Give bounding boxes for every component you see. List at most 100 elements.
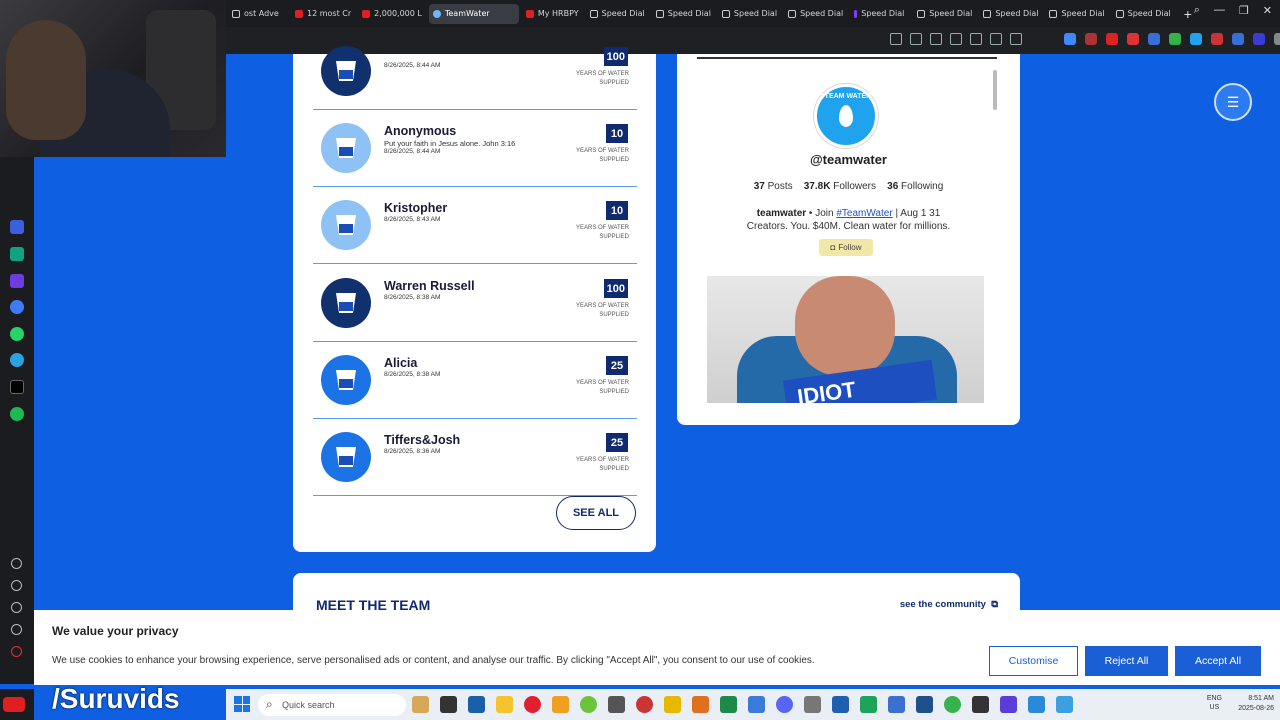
browser-tab[interactable]: Speed Dial bbox=[979, 4, 1042, 24]
download-icon[interactable] bbox=[990, 33, 1002, 45]
community-link[interactable]: see the community ⧉ bbox=[900, 599, 998, 610]
browser-tab[interactable]: ost Adve bbox=[228, 4, 288, 24]
browser-tab[interactable]: Speed Dial bbox=[913, 4, 976, 24]
windows-start-icon[interactable] bbox=[234, 696, 250, 712]
browser-tab[interactable]: Speed Dial bbox=[1045, 4, 1108, 24]
taskbar-app-icon[interactable] bbox=[468, 696, 485, 713]
extension-icon[interactable] bbox=[1211, 33, 1223, 45]
tab-label: 12 most Cr bbox=[307, 9, 352, 18]
extension-icon[interactable] bbox=[1148, 33, 1160, 45]
search-tabs-icon[interactable]: ⌕ bbox=[1194, 4, 1200, 17]
discord-icon[interactable] bbox=[776, 696, 793, 713]
reader-icon[interactable] bbox=[890, 33, 902, 45]
taskbar-app-icon[interactable] bbox=[608, 696, 625, 713]
extension-icon[interactable] bbox=[1253, 33, 1265, 45]
vlc-icon[interactable] bbox=[692, 696, 709, 713]
browser-tab[interactable]: Speed Dial bbox=[784, 4, 847, 24]
embed-scrollbar[interactable] bbox=[993, 70, 997, 110]
menu-icon[interactable] bbox=[1010, 33, 1022, 45]
rss-icon[interactable] bbox=[1127, 33, 1139, 45]
taskbar-app-icon[interactable] bbox=[972, 696, 989, 713]
browser-tab[interactable]: TeamWater bbox=[428, 3, 519, 24]
system-clock[interactable]: 8:51 AM 2025-08-26 bbox=[1238, 694, 1274, 714]
taskbar-app-icon[interactable] bbox=[1000, 696, 1017, 713]
x-icon[interactable] bbox=[10, 380, 24, 394]
browser-tab[interactable]: Speed Dial bbox=[586, 4, 649, 24]
taskbar-app-icon[interactable] bbox=[664, 696, 681, 713]
taskbar-search-box[interactable]: Quick search bbox=[258, 694, 406, 716]
browser-tab[interactable]: Speed Dial bbox=[1112, 4, 1175, 24]
spotify-icon[interactable] bbox=[10, 407, 24, 421]
taskbar-app-icon[interactable] bbox=[748, 696, 765, 713]
heart-icon[interactable] bbox=[970, 33, 982, 45]
extension-icon[interactable] bbox=[1085, 33, 1097, 45]
play-icon[interactable] bbox=[950, 33, 962, 45]
extension-icon[interactable] bbox=[1064, 33, 1076, 45]
file-icon[interactable] bbox=[440, 696, 457, 713]
taskbar-app-icon[interactable] bbox=[804, 696, 821, 713]
bookmarks-icon[interactable] bbox=[11, 580, 22, 591]
donation-date: 8/26/2025, 8:38 AM bbox=[384, 294, 441, 301]
hamburger-menu-button[interactable]: ☰ bbox=[1214, 83, 1252, 121]
water-cup-avatar-icon bbox=[321, 355, 371, 405]
profile-avatar[interactable]: #TEAM WATER bbox=[814, 84, 878, 148]
reject-all-button[interactable]: Reject All bbox=[1085, 646, 1168, 676]
taskbar-app-icon[interactable] bbox=[1028, 696, 1045, 713]
record-icon[interactable] bbox=[11, 646, 22, 657]
telegram-icon[interactable] bbox=[10, 353, 24, 367]
customise-button[interactable]: Customise bbox=[989, 646, 1078, 676]
taskbar-app-icon[interactable] bbox=[636, 696, 653, 713]
browser-tab[interactable]: 2,000,000 L bbox=[358, 4, 426, 24]
instagram-post-image[interactable]: IDIOT bbox=[707, 276, 984, 403]
restore-icon[interactable]: ❐ bbox=[1239, 4, 1249, 17]
taskbar-app-icon[interactable] bbox=[832, 696, 849, 713]
browser-tab[interactable]: My HRBPY bbox=[522, 4, 583, 24]
share-icon[interactable] bbox=[910, 33, 922, 45]
app-icon[interactable] bbox=[10, 274, 24, 288]
taskbar-app-icon[interactable] bbox=[412, 696, 429, 713]
see-all-button[interactable]: SEE ALL bbox=[556, 496, 636, 530]
taskbar-app-icon[interactable] bbox=[1056, 696, 1073, 713]
water-cup-avatar-icon bbox=[321, 432, 371, 482]
taskbar-app-icon[interactable] bbox=[916, 696, 933, 713]
donation-amount-badge: 100 bbox=[603, 279, 628, 298]
taskbar-app-icon[interactable] bbox=[944, 696, 961, 713]
extension-icon[interactable] bbox=[1169, 33, 1181, 45]
translate-icon[interactable] bbox=[10, 220, 24, 234]
browser-tab[interactable]: Speed Dial bbox=[850, 4, 910, 24]
taskbar-app-icon[interactable] bbox=[860, 696, 877, 713]
profile-handle[interactable]: @teamwater bbox=[677, 152, 1020, 167]
extensions-puzzle-icon[interactable] bbox=[1274, 33, 1280, 45]
history-icon[interactable] bbox=[11, 602, 22, 613]
accept-all-button[interactable]: Accept All bbox=[1175, 646, 1261, 676]
donation-row: Warren Russell 8/26/2025, 8:38 AM 100 YEARS… bbox=[313, 264, 637, 342]
messenger-icon[interactable] bbox=[10, 300, 24, 314]
bio-hashtag-link[interactable]: #TeamWater bbox=[836, 208, 892, 219]
extension-icon[interactable] bbox=[1106, 33, 1118, 45]
browser-tab[interactable]: Speed Dial bbox=[718, 4, 781, 24]
taskbar-app-icon[interactable] bbox=[888, 696, 905, 713]
browser-tab[interactable]: 12 most Cr bbox=[291, 4, 355, 24]
whatsapp-icon[interactable] bbox=[10, 327, 24, 341]
chatgpt-icon[interactable] bbox=[10, 247, 24, 261]
new-tab-button[interactable]: + bbox=[1184, 6, 1192, 22]
panels-icon[interactable] bbox=[11, 558, 22, 569]
follow-button[interactable]: ◘ Follow bbox=[819, 239, 873, 256]
folder-icon[interactable] bbox=[496, 696, 513, 713]
taskbar-app-icon[interactable] bbox=[552, 696, 569, 713]
excel-icon[interactable] bbox=[720, 696, 737, 713]
opera-icon[interactable] bbox=[524, 696, 541, 713]
followers-count: 37.8K bbox=[803, 181, 831, 192]
extension-icon[interactable] bbox=[1232, 33, 1244, 45]
taskbar-app-icon[interactable] bbox=[580, 696, 597, 713]
minimize-icon[interactable]: — bbox=[1214, 4, 1225, 17]
windows-taskbar: Quick search ENG US 8:51 AM 2025-08-26 bbox=[226, 689, 1280, 720]
close-icon[interactable]: ✕ bbox=[1263, 4, 1272, 17]
extension-icon[interactable] bbox=[1190, 33, 1202, 45]
bio-name: teamwater bbox=[756, 208, 807, 219]
language-indicator[interactable]: ENG US bbox=[1207, 694, 1222, 712]
browser-tab[interactable]: Speed Dial bbox=[652, 4, 715, 24]
donor-message: Put your faith in Jesus alone. John 3:16 bbox=[384, 139, 516, 148]
shield-icon[interactable] bbox=[930, 33, 942, 45]
settings-icon[interactable] bbox=[11, 624, 22, 635]
